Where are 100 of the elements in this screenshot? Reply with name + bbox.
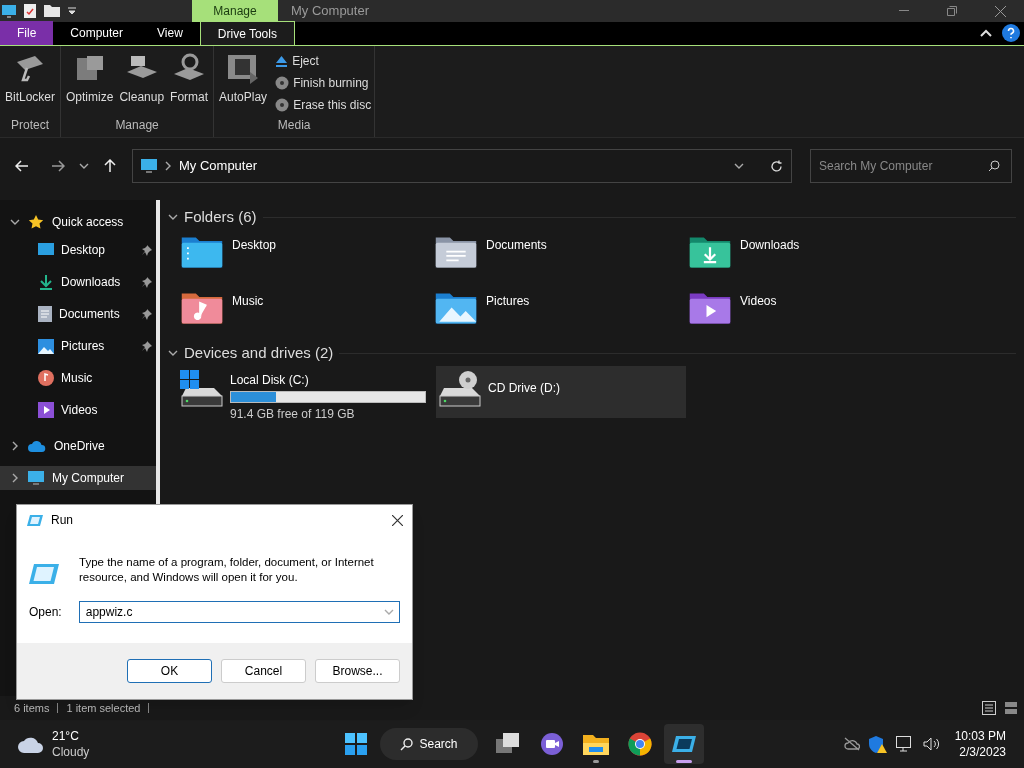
checklist-icon — [24, 4, 36, 18]
ribbon-group-label: Protect — [10, 117, 50, 134]
dialog-button[interactable]: Browse... — [315, 659, 400, 683]
monitor-icon — [2, 4, 16, 18]
nav-item[interactable]: Documents — [0, 298, 156, 330]
status-text: 1 item selected — [66, 700, 141, 716]
weather-temperature: 21°C — [52, 728, 80, 744]
ribbon-button[interactable]: BitLocker — [3, 52, 58, 116]
breadcrumb-chevron-icon — [163, 161, 173, 171]
music-icon — [38, 370, 54, 386]
ribbon-small-button[interactable]: Eject — [275, 52, 372, 70]
collapsed-chevron-icon — [10, 473, 20, 483]
section-heading: Devices and drives (2) — [184, 342, 334, 363]
collapse-chevron-icon — [168, 212, 178, 222]
tiles-view-icon — [1004, 701, 1018, 715]
folder-tile[interactable]: Music — [180, 284, 434, 340]
dialog-title: Run — [51, 512, 74, 529]
nav-item[interactable]: My Computer — [0, 466, 156, 490]
cd-drive-icon — [438, 370, 482, 408]
run-icon — [27, 513, 43, 527]
eject-icon — [275, 54, 289, 68]
nav-item[interactable]: Desktop — [0, 234, 156, 266]
drive-name: Local Disk (C:) — [230, 372, 310, 389]
taskbar-search[interactable]: Search — [380, 728, 478, 760]
close-icon — [994, 5, 1006, 17]
forward-arrow-icon — [51, 160, 65, 172]
dialog-button[interactable]: Cancel — [221, 659, 306, 683]
ribbon-small-button[interactable]: Erase this disc — [275, 96, 372, 114]
collapse-ribbon-icon — [980, 29, 992, 37]
window-title: My Computer — [290, 2, 371, 21]
run-icon — [29, 563, 59, 585]
search-field[interactable]: Search My Computer — [810, 149, 1012, 183]
cloud-icon — [28, 440, 46, 452]
nav-item[interactable]: Pictures — [0, 330, 156, 362]
folder-icon — [44, 5, 60, 17]
folder-tile[interactable]: Pictures — [434, 284, 688, 340]
ribbon-button[interactable]: Format — [168, 52, 211, 116]
ribbon-tab[interactable]: Drive Tools — [199, 21, 295, 45]
monitor-icon — [28, 470, 44, 486]
browser-icon — [628, 732, 652, 756]
system-drive-icon — [180, 370, 224, 408]
taskbar-app[interactable] — [664, 724, 704, 764]
search-icon — [988, 160, 1000, 172]
status-text: 6 items — [14, 700, 50, 716]
disc-icon — [275, 98, 290, 112]
ribbon-tab[interactable]: View — [140, 21, 200, 45]
ribbon-button[interactable]: Optimize — [64, 52, 116, 116]
minimize-icon — [899, 10, 909, 12]
folder-tile[interactable]: Videos — [688, 284, 942, 340]
dropdown-chevron-icon — [384, 607, 394, 617]
run-icon — [672, 734, 696, 754]
context-tab-label: Manage — [192, 0, 278, 22]
desktop-icon — [38, 243, 54, 257]
nav-item[interactable]: Music — [0, 362, 156, 394]
expand-chevron-icon — [10, 217, 20, 227]
download-icon — [38, 274, 54, 290]
ribbon-button[interactable]: Cleanup — [117, 52, 167, 116]
nav-item[interactable]: Downloads — [0, 266, 156, 298]
chevron-down-icon — [79, 161, 89, 171]
ribbon-tab[interactable]: Computer — [53, 21, 141, 45]
network-off-icon — [843, 737, 860, 751]
monitor-icon — [141, 158, 157, 174]
clock-time: 10:03 PM — [954, 728, 1006, 744]
folder-icon — [583, 733, 609, 755]
drive-tile[interactable]: CD Drive (D:) — [436, 366, 686, 418]
address-path: My Computer — [179, 157, 259, 176]
picture-icon — [38, 338, 54, 354]
task-view-icon — [496, 733, 520, 755]
folder-tile[interactable]: Downloads — [688, 228, 942, 284]
star-icon — [28, 214, 44, 230]
dialog-message: Type the name of a program, folder, document, or Internet resource, and Windows will open it for you. — [79, 555, 375, 585]
ribbon-button[interactable]: AutoPlay — [217, 52, 270, 116]
clock-date: 2/3/2023 — [959, 744, 1006, 760]
search-icon — [400, 737, 414, 751]
weather-condition: Cloudy — [52, 744, 90, 760]
ribbon-group-label: Manage — [114, 117, 160, 134]
nav-item[interactable]: Videos — [0, 394, 156, 426]
open-combo-field[interactable]: appwiz.c — [78, 601, 400, 623]
collapse-chevron-icon — [168, 348, 178, 358]
restore-icon — [947, 6, 957, 16]
refresh-icon — [770, 159, 783, 173]
volume-icon — [922, 737, 941, 751]
address-bar[interactable]: My Computer — [132, 149, 792, 183]
video-icon — [38, 402, 54, 418]
details-view-icon — [982, 701, 996, 715]
folder-tile[interactable]: Documents — [434, 228, 688, 284]
dialog-button[interactable]: OK — [127, 659, 212, 683]
close-icon — [391, 514, 403, 526]
ribbon-tab[interactable]: File — [0, 21, 54, 45]
dropdown-icon — [68, 7, 76, 15]
document-icon — [38, 306, 52, 322]
drive-name: CD Drive (D:) — [488, 380, 561, 397]
windows-icon — [345, 733, 367, 755]
folder-tile[interactable]: Desktop — [180, 228, 434, 284]
up-arrow-icon — [104, 159, 116, 173]
section-heading: Folders (6) — [184, 206, 257, 227]
nav-item[interactable]: OneDrive — [0, 434, 156, 458]
ribbon-group-label: Media — [276, 117, 312, 134]
nav-item[interactable]: Quick access — [0, 210, 156, 234]
ribbon-small-button[interactable]: Finish burning — [275, 74, 372, 92]
